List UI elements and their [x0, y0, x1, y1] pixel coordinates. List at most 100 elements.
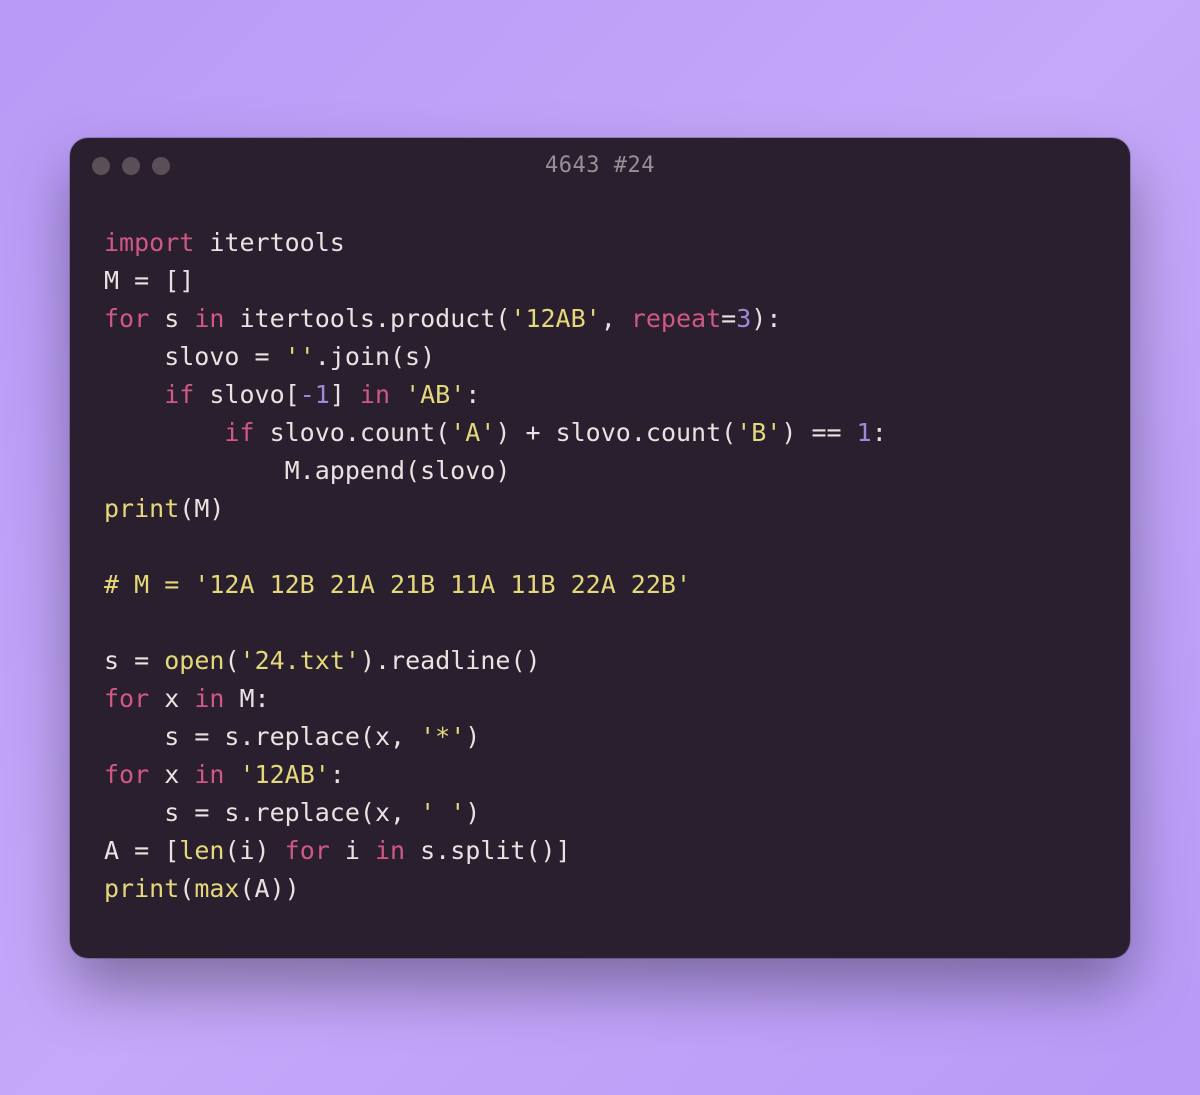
- code-token: len: [179, 836, 224, 865]
- code-token: M:: [224, 684, 269, 713]
- code-token: print: [104, 874, 179, 903]
- code-line: [104, 604, 1096, 642]
- code-token: ' ': [420, 798, 465, 827]
- code-window: 4643 #24 import itertoolsM = []for s in …: [70, 138, 1130, 958]
- code-token: []: [149, 266, 194, 295]
- code-token: +: [525, 418, 540, 447]
- code-token: (A)): [239, 874, 299, 903]
- code-line: s = open('24.txt').readline(): [104, 642, 1096, 680]
- code-token: i: [330, 836, 375, 865]
- code-line: for s in itertools.product('12AB', repea…: [104, 300, 1096, 338]
- code-token: :: [872, 418, 887, 447]
- code-token: =: [134, 836, 149, 865]
- titlebar: 4643 #24: [70, 138, 1130, 194]
- code-token: ).readline(): [360, 646, 541, 675]
- code-token: =: [134, 266, 149, 295]
- code-token: print: [104, 494, 179, 523]
- code-token: [224, 760, 239, 789]
- code-token: 'AB': [405, 380, 465, 409]
- code-token: s.replace(x,: [209, 722, 420, 751]
- code-token: '24.txt': [240, 646, 360, 675]
- code-line: slovo = ''.join(s): [104, 338, 1096, 376]
- code-token: if: [224, 418, 254, 447]
- code-line: [104, 528, 1096, 566]
- code-token: [: [149, 836, 179, 865]
- code-token: ): [781, 418, 811, 447]
- code-token: ): [465, 798, 480, 827]
- code-token: ): [465, 722, 480, 751]
- code-token: in: [194, 760, 224, 789]
- code-token: (M): [179, 494, 224, 523]
- code-token: slovo.count(: [541, 418, 737, 447]
- code-token: M: [104, 266, 134, 295]
- code-token: (: [224, 646, 239, 675]
- code-token: s.split()]: [405, 836, 571, 865]
- code-token: [390, 380, 405, 409]
- code-line: for x in M:: [104, 680, 1096, 718]
- code-line: if slovo.count('A') + slovo.count('B') =…: [104, 414, 1096, 452]
- code-token: for: [104, 684, 149, 713]
- code-token: :: [465, 380, 480, 409]
- code-token: 'B': [736, 418, 781, 447]
- code-line: M = []: [104, 262, 1096, 300]
- code-token: '': [285, 342, 315, 371]
- code-token: .join(s): [315, 342, 435, 371]
- code-token: s: [104, 646, 134, 675]
- code-token: [270, 342, 285, 371]
- code-line: print(M): [104, 490, 1096, 528]
- code-token: ==: [811, 418, 841, 447]
- maximize-icon[interactable]: [152, 157, 170, 175]
- code-token: x: [149, 684, 194, 713]
- code-token: [149, 646, 164, 675]
- code-token: in: [194, 304, 224, 333]
- code-token: s.replace(x,: [209, 798, 420, 827]
- code-token: [842, 418, 857, 447]
- code-token: repeat: [631, 304, 721, 333]
- code-token: M.append(slovo): [104, 456, 510, 485]
- code-token: # M = '12A 12B 21A 21B 11A 11B 22A 22B': [104, 570, 691, 599]
- code-token: itertools: [194, 228, 345, 257]
- code-area[interactable]: import itertoolsM = []for s in itertools…: [70, 194, 1130, 958]
- code-token: 1: [857, 418, 872, 447]
- code-token: =: [721, 304, 736, 333]
- code-token: 3: [736, 304, 751, 333]
- code-token: for: [104, 760, 149, 789]
- code-token: s: [104, 798, 194, 827]
- code-token: x: [149, 760, 194, 789]
- traffic-lights: [92, 157, 170, 175]
- minimize-icon[interactable]: [122, 157, 140, 175]
- code-token: s: [104, 722, 194, 751]
- code-token: (: [179, 874, 194, 903]
- code-token: slovo.count(: [255, 418, 451, 447]
- code-line: # M = '12A 12B 21A 21B 11A 11B 22A 22B': [104, 566, 1096, 604]
- code-line: s = s.replace(x, '*'): [104, 718, 1096, 756]
- code-line: print(max(A)): [104, 870, 1096, 908]
- code-line: import itertools: [104, 224, 1096, 262]
- code-token: s: [149, 304, 194, 333]
- code-token: ):: [751, 304, 781, 333]
- code-token: (i): [224, 836, 284, 865]
- code-token: slovo: [104, 342, 255, 371]
- code-token: '*': [420, 722, 465, 751]
- code-line: for x in '12AB':: [104, 756, 1096, 794]
- code-line: s = s.replace(x, ' '): [104, 794, 1096, 832]
- code-token: max: [194, 874, 239, 903]
- code-token: =: [134, 646, 149, 675]
- code-token: =: [255, 342, 270, 371]
- code-token: import: [104, 228, 194, 257]
- code-token: in: [360, 380, 390, 409]
- code-token: in: [194, 684, 224, 713]
- code-token: ]: [330, 380, 360, 409]
- code-token: =: [194, 722, 209, 751]
- close-icon[interactable]: [92, 157, 110, 175]
- code-token: for: [104, 304, 149, 333]
- code-token: in: [375, 836, 405, 865]
- code-token: open: [164, 646, 224, 675]
- code-token: itertools.product(: [224, 304, 510, 333]
- code-line: if slovo[-1] in 'AB':: [104, 376, 1096, 414]
- code-token: 'A': [450, 418, 495, 447]
- code-token: '12AB': [239, 760, 329, 789]
- code-token: '12AB': [510, 304, 600, 333]
- code-line: A = [len(i) for i in s.split()]: [104, 832, 1096, 870]
- window-title: 4643 #24: [70, 153, 1130, 178]
